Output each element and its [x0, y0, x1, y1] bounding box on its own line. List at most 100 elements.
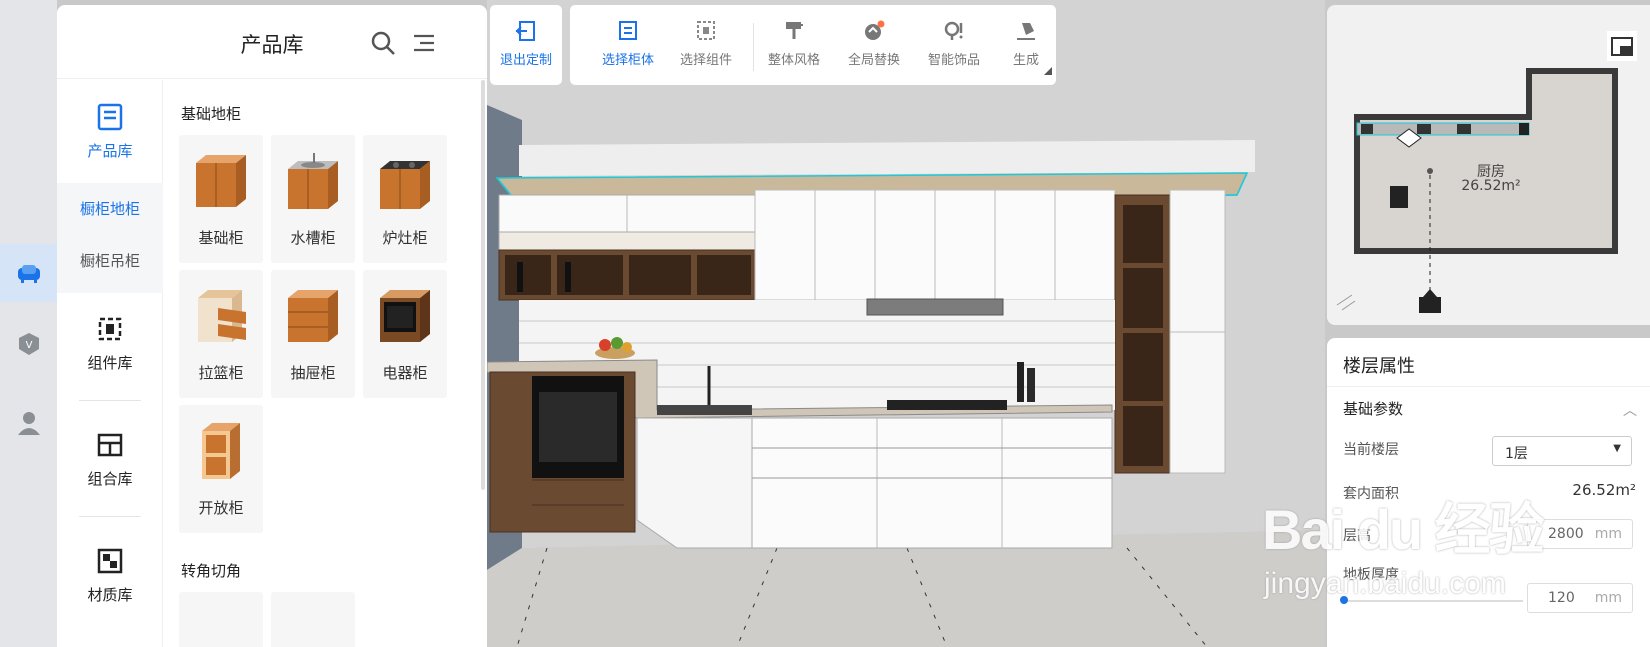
- divider: [1327, 386, 1650, 387]
- thickness-label: 地板厚度: [1343, 567, 1399, 583]
- generate-icon: [1017, 23, 1035, 40]
- height-label: 层高: [1343, 528, 1371, 544]
- product-name: 拉篮柜: [198, 364, 244, 382]
- library-header: 产品库: [57, 5, 487, 79]
- search-icon[interactable]: [369, 29, 397, 57]
- stove-cabinet-thumbnail: [380, 161, 430, 209]
- product-card[interactable]: [179, 592, 263, 647]
- library-content: 基础地柜 基础柜 水槽柜 炉灶柜 拉篮柜 抽屉柜 电器柜 开放柜 转角切角: [164, 80, 480, 647]
- floorplan-minimap[interactable]: 厨房 26.52m²: [1327, 5, 1650, 325]
- open-cabinet-thumbnail: [202, 423, 240, 479]
- toolbar-label: 智能饰品: [927, 53, 980, 68]
- toolbar-label: 选择组件: [679, 53, 732, 68]
- toolbar-label: 生成: [1012, 53, 1039, 68]
- section-title: 转角切角: [181, 562, 242, 580]
- product-name: 水槽柜: [290, 229, 336, 247]
- exit-icon: [515, 21, 535, 41]
- nav-product-library[interactable]: 产品库: [57, 102, 163, 161]
- select-component-button[interactable]: 选择组件: [666, 19, 746, 68]
- slider-knob[interactable]: [1340, 596, 1348, 604]
- user-icon[interactable]: [0, 394, 57, 452]
- nav-label: 组件库: [87, 354, 133, 372]
- nav-combo-library[interactable]: 组合库: [57, 430, 163, 489]
- global-replace-button[interactable]: 全局替换: [834, 19, 914, 68]
- select-cabinet-button[interactable]: 选择柜体: [588, 19, 668, 68]
- product-card-stove-cabinet[interactable]: 炉灶柜: [363, 135, 447, 263]
- product-card-appliance-cabinet[interactable]: 电器柜: [363, 270, 447, 398]
- floor-select-value: 1层: [1505, 446, 1528, 462]
- toolbar-label: 全局替换: [847, 53, 900, 68]
- thickness-input[interactable]: 120 mm: [1527, 583, 1633, 613]
- sub-nav-wall-cabinet[interactable]: 橱柜吊柜: [57, 235, 163, 287]
- toolbar-label: 选择柜体: [601, 53, 654, 68]
- area-value: 26.52m²: [1572, 481, 1636, 499]
- product-name: 炉灶柜: [382, 229, 428, 247]
- expand-map-icon[interactable]: [1607, 31, 1637, 61]
- badge-icon[interactable]: V: [0, 316, 57, 374]
- material-icon: [97, 548, 123, 574]
- product-card-drawer-cabinet[interactable]: 抽屉柜: [271, 270, 355, 398]
- floor-select[interactable]: 1层 ▼: [1492, 436, 1632, 466]
- product-card[interactable]: [271, 592, 355, 647]
- nav-component-library[interactable]: 组件库: [57, 314, 163, 373]
- product-name: 开放柜: [198, 499, 244, 517]
- library-nav: 产品库 橱柜地柜 橱柜吊柜 组件库 组合库 材质库: [57, 80, 163, 647]
- product-card-sink-cabinet[interactable]: 水槽柜: [271, 135, 355, 263]
- section-title: 基础地柜: [181, 105, 242, 123]
- kitchen-scene: [487, 0, 1325, 647]
- list-filter-icon[interactable]: [410, 29, 438, 57]
- select-cabinet-icon: [619, 21, 637, 40]
- room-area-label: 26.52m²: [1461, 178, 1521, 194]
- lightbulb-icon: [944, 21, 963, 40]
- paint-roller-icon: [786, 22, 803, 39]
- book-icon: [97, 103, 123, 131]
- left-rail: V: [0, 0, 57, 647]
- exit-custom-button[interactable]: 退出定制: [487, 19, 566, 68]
- smart-decor-button[interactable]: 智能饰品: [914, 19, 994, 68]
- combo-icon: [97, 433, 123, 457]
- height-value: 2800: [1548, 526, 1584, 542]
- sub-nav: 橱柜地柜 橱柜吊柜: [57, 183, 163, 293]
- chevron-up-icon[interactable]: ︿: [1623, 400, 1637, 420]
- thickness-slider[interactable]: [1340, 596, 1523, 604]
- product-library-panel: 产品库 产品库 橱柜地柜 橱柜吊柜 组件库 组合库 材质库 基础地柜 基础柜 水…: [57, 5, 487, 647]
- nav-label: 材质库: [87, 586, 133, 604]
- global-replace-icon: [865, 20, 885, 40]
- height-unit: mm: [1594, 526, 1622, 542]
- area-label: 套内面积: [1343, 486, 1399, 502]
- corner-arrow-icon: [1044, 67, 1052, 75]
- sofa-icon[interactable]: [0, 244, 57, 302]
- 3d-viewport[interactable]: 退出定制 选择柜体 选择组件 整体风格 全局替换 智能饰品 生成: [487, 0, 1325, 647]
- basket-cabinet-thumbnail: [198, 290, 246, 342]
- nav-label: 产品库: [87, 142, 133, 160]
- product-name: 电器柜: [382, 364, 428, 382]
- thickness-unit: mm: [1594, 590, 1622, 606]
- product-card-base-cabinet[interactable]: 基础柜: [179, 135, 263, 263]
- product-name: 基础柜: [198, 229, 244, 247]
- component-icon: [98, 317, 122, 341]
- base-cabinet-thumbnail: [196, 155, 246, 207]
- nav-divider: [79, 516, 141, 517]
- floor-properties-panel: 楼层属性 基础参数 ︿ 当前楼层 1层 ▼ 套内面积 26.52m² 层高 28…: [1327, 338, 1650, 647]
- exit-toolbar: 退出定制: [490, 5, 562, 85]
- generate-button[interactable]: 生成: [986, 19, 1066, 68]
- thickness-value: 120: [1548, 590, 1575, 606]
- toolbar-label: 退出定制: [499, 53, 552, 68]
- height-input[interactable]: 2800 mm: [1527, 519, 1633, 549]
- select-component-icon: [697, 21, 715, 40]
- floor-label: 当前楼层: [1343, 442, 1399, 458]
- product-name: 抽屉柜: [290, 364, 336, 382]
- section-title: 基础参数: [1343, 400, 1404, 418]
- sink-cabinet-thumbnail: [288, 153, 338, 209]
- nav-material-library[interactable]: 材质库: [57, 546, 163, 605]
- overall-style-button[interactable]: 整体风格: [754, 19, 834, 68]
- svg-text:V: V: [25, 340, 32, 351]
- main-toolbar: 选择柜体 选择组件 整体风格 全局替换 智能饰品 生成: [570, 5, 1056, 85]
- product-card-open-cabinet[interactable]: 开放柜: [179, 405, 263, 533]
- sub-nav-floor-cabinet[interactable]: 橱柜地柜: [57, 183, 163, 235]
- library-scrollbar[interactable]: [481, 80, 485, 490]
- nav-divider: [79, 400, 141, 401]
- dropdown-arrow-icon: ▼: [1613, 443, 1621, 454]
- product-card-basket-cabinet[interactable]: 拉篮柜: [179, 270, 263, 398]
- nav-label: 组合库: [87, 470, 133, 488]
